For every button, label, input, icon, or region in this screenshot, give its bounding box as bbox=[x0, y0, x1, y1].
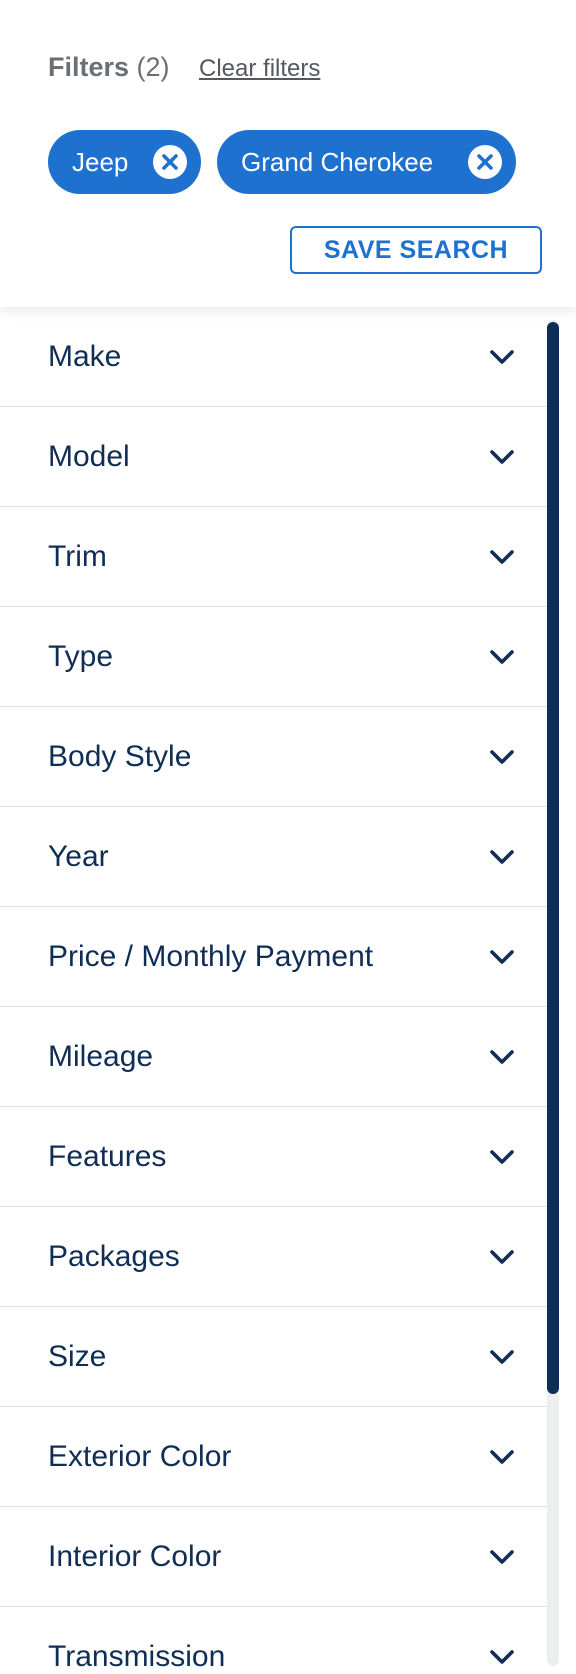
chevron-down-icon bbox=[490, 449, 514, 464]
filter-row-label: Type bbox=[48, 639, 114, 673]
filter-accordion-list: Make Model Trim Type Body Style Year Pri… bbox=[0, 307, 547, 1674]
filter-row-trim[interactable]: Trim bbox=[0, 507, 547, 607]
filter-row-mileage[interactable]: Mileage bbox=[0, 1007, 547, 1107]
close-circle-icon[interactable] bbox=[468, 145, 502, 179]
scrollbar-thumb[interactable] bbox=[547, 322, 559, 1394]
filter-row-features[interactable]: Features bbox=[0, 1107, 547, 1207]
filter-row-year[interactable]: Year bbox=[0, 807, 547, 907]
filter-row-size[interactable]: Size bbox=[0, 1307, 547, 1407]
scrollbar-track[interactable] bbox=[547, 320, 559, 1666]
filter-row-label: Mileage bbox=[48, 1039, 154, 1073]
filter-row-exterior-color[interactable]: Exterior Color bbox=[0, 1407, 547, 1507]
filter-row-interior-color[interactable]: Interior Color bbox=[0, 1507, 547, 1607]
filter-row-label: Size bbox=[48, 1339, 107, 1373]
filter-row-label: Trim bbox=[48, 539, 107, 573]
filter-row-label: Packages bbox=[48, 1239, 180, 1273]
chevron-down-icon bbox=[490, 749, 514, 764]
filter-row-type[interactable]: Type bbox=[0, 607, 547, 707]
filters-panel: Filters (2) Clear filters Jeep Grand Che… bbox=[0, 0, 576, 1674]
filter-row-transmission[interactable]: Transmission bbox=[0, 1607, 547, 1674]
filter-row-price-monthly-payment[interactable]: Price / Monthly Payment bbox=[0, 907, 547, 1007]
chevron-down-icon bbox=[490, 1149, 514, 1164]
filter-row-label: Year bbox=[48, 839, 109, 873]
chevron-down-icon bbox=[490, 1549, 514, 1564]
chevron-down-icon bbox=[490, 349, 514, 364]
filter-row-label: Body Style bbox=[48, 739, 192, 773]
filter-row-label: Features bbox=[48, 1139, 167, 1173]
filter-row-label: Transmission bbox=[48, 1639, 226, 1673]
filters-count: (2) bbox=[136, 52, 170, 82]
chip-label: Grand Cherokee bbox=[241, 146, 434, 177]
chevron-down-icon bbox=[490, 1649, 514, 1664]
chevron-down-icon bbox=[490, 949, 514, 964]
chevron-down-icon bbox=[490, 849, 514, 864]
chevron-down-icon bbox=[490, 1349, 514, 1364]
filter-row-model[interactable]: Model bbox=[0, 407, 547, 507]
filters-title: Filters (2) bbox=[48, 50, 170, 84]
chevron-down-icon bbox=[490, 549, 514, 564]
filter-row-label: Make bbox=[48, 339, 122, 373]
filter-row-make[interactable]: Make bbox=[0, 307, 547, 407]
filters-header: Filters (2) Clear filters Jeep Grand Che… bbox=[0, 0, 576, 307]
chip-label: Jeep bbox=[72, 146, 129, 177]
chevron-down-icon bbox=[490, 1449, 514, 1464]
close-circle-icon[interactable] bbox=[153, 145, 187, 179]
chevron-down-icon bbox=[490, 649, 514, 664]
filters-label: Filters bbox=[48, 52, 130, 82]
filter-row-label: Model bbox=[48, 439, 130, 473]
filter-row-label: Price / Monthly Payment bbox=[48, 939, 374, 973]
filter-chip-jeep[interactable]: Jeep bbox=[48, 130, 201, 194]
filter-chip-grand-cherokee[interactable]: Grand Cherokee bbox=[217, 130, 516, 194]
chevron-down-icon bbox=[490, 1049, 514, 1064]
save-search-button[interactable]: SAVE SEARCH bbox=[290, 226, 542, 274]
clear-filters-link[interactable]: Clear filters bbox=[199, 54, 320, 84]
filter-row-packages[interactable]: Packages bbox=[0, 1207, 547, 1307]
filter-row-label: Exterior Color bbox=[48, 1439, 232, 1473]
chevron-down-icon bbox=[490, 1249, 514, 1264]
filter-row-body-style[interactable]: Body Style bbox=[0, 707, 547, 807]
filter-row-label: Interior Color bbox=[48, 1539, 222, 1573]
